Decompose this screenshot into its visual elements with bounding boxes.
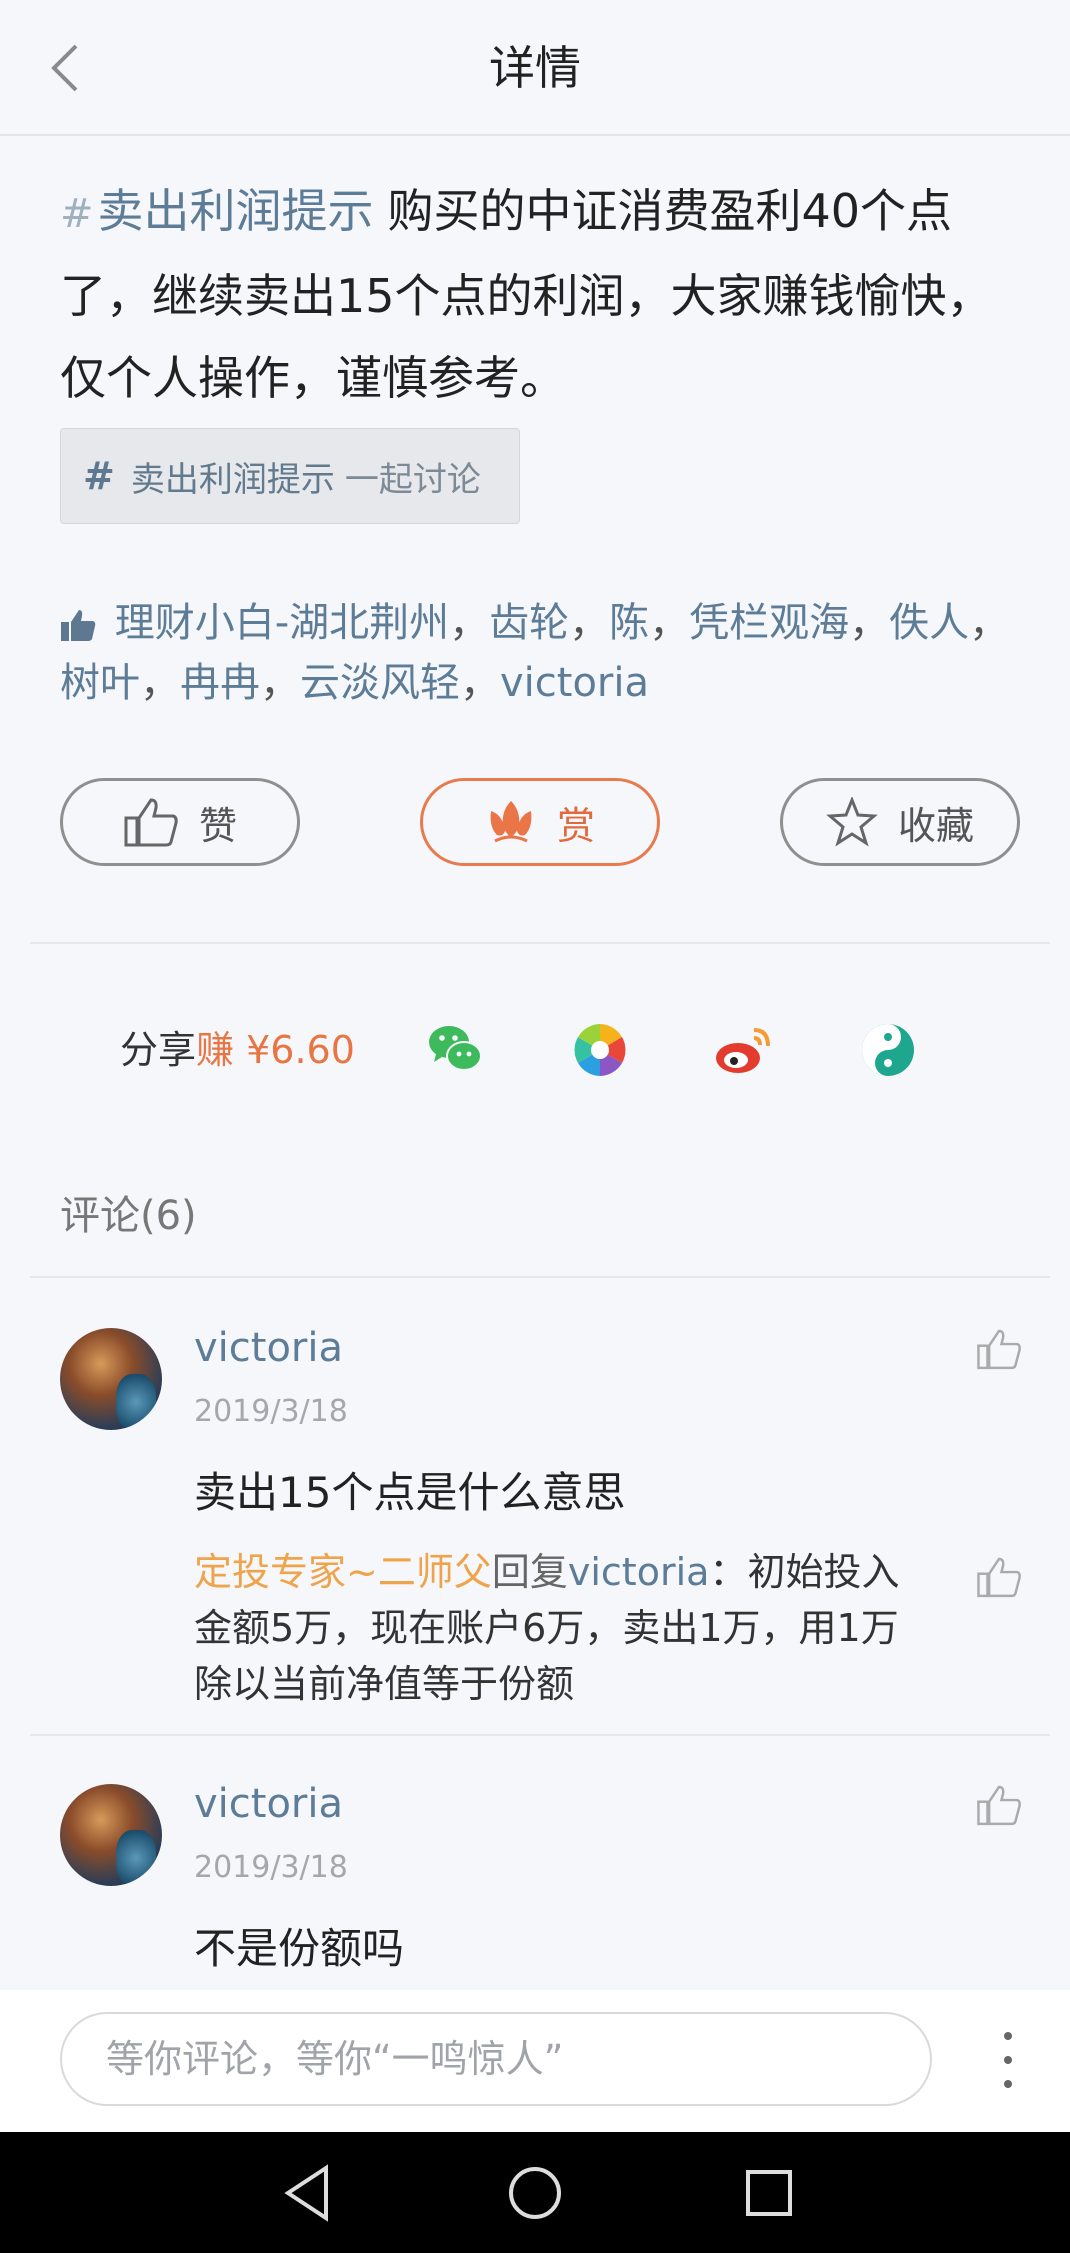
nav-recents-button[interactable]	[736, 2160, 802, 2226]
liker-name[interactable]: 云淡风轻	[300, 660, 460, 706]
square-recents-icon	[746, 2170, 792, 2216]
thumbs-up-outline-icon	[977, 1329, 1021, 1370]
lotus-icon	[490, 801, 532, 843]
liker-name[interactable]: 佚人	[889, 600, 969, 646]
comment-reply: 定投专家~二师父回复victoria：初始投入金额5万，现在账户6万，卖出1万，…	[194, 1544, 934, 1712]
more-options-button[interactable]	[990, 2020, 1026, 2100]
liker-separator: ，	[569, 600, 610, 646]
share-friends-button[interactable]	[858, 1020, 918, 1080]
star-outline-icon	[826, 797, 878, 847]
comment-text: 不是份额吗	[194, 1924, 405, 1973]
topic-chip-label: 卖出利润提示	[130, 459, 335, 500]
share-weibo-button[interactable]	[714, 1020, 774, 1080]
like-button[interactable]: 赞	[60, 778, 300, 866]
comments-count-title: 评论(6)	[60, 1193, 197, 1239]
liker-name[interactable]: 凭栏观海	[689, 600, 849, 646]
share-wechat-button[interactable]	[426, 1020, 486, 1080]
reply-like-button[interactable]	[976, 1554, 1022, 1600]
thumbs-up-outline-icon	[124, 798, 178, 847]
topic-discussion-chip[interactable]: # 卖出利润提示 一起讨论	[60, 428, 520, 524]
liker-name[interactable]: 陈	[609, 600, 649, 646]
likers-list: 理财小白-湖北荆州，齿轮，陈，凭栏观海，佚人，树叶，冉冉，云淡风轻，victor…	[60, 596, 1020, 710]
topic-chip-suffix: 一起讨论	[344, 459, 481, 500]
thumbs-up-icon	[60, 602, 96, 656]
liker-separator: ，	[649, 600, 690, 646]
liker-name[interactable]: 理财小白-湖北荆州	[115, 600, 449, 646]
reply-word: 回复	[491, 1550, 568, 1594]
collect-button[interactable]: 收藏	[780, 778, 1020, 866]
comments-divider	[30, 1276, 1050, 1278]
weibo-icon	[716, 1028, 770, 1073]
like-button-label: 赞	[198, 803, 237, 848]
comment-author[interactable]: victoria	[194, 1320, 343, 1376]
liker-separator: ，	[140, 660, 180, 706]
share-label: 分享	[120, 1028, 197, 1072]
post-content: #卖出利润提示 购买的中证消费盈利40个点了，继续卖出15个点的利润，大家赚钱愉快…	[60, 170, 1020, 419]
reply-colon: ：	[709, 1550, 748, 1594]
more-vertical-icon	[1004, 2032, 1012, 2088]
comment-divider	[30, 1734, 1050, 1736]
share-earn-amount: 赚 ¥6.60	[196, 1028, 355, 1072]
page-title: 详情	[489, 41, 581, 95]
liker-separator: ，	[449, 600, 490, 646]
avatar[interactable]	[60, 1328, 162, 1430]
avatar[interactable]	[60, 1784, 162, 1886]
moments-aperture-icon	[574, 1024, 626, 1076]
liker-name[interactable]: 树叶	[60, 660, 140, 706]
thumbs-up-outline-icon	[977, 1557, 1021, 1598]
top-bar: 详情	[0, 0, 1070, 136]
system-nav-bar	[0, 2132, 1070, 2253]
comment-like-button[interactable]	[976, 1782, 1022, 1828]
comment-date: 2019/3/18	[194, 1394, 348, 1429]
reply-target[interactable]: victoria	[568, 1550, 710, 1594]
share-moments-button[interactable]	[570, 1020, 630, 1080]
friends-circle-icon	[862, 1024, 914, 1076]
nav-home-button[interactable]	[502, 2160, 568, 2226]
liker-name[interactable]: 齿轮	[489, 600, 569, 646]
wechat-icon	[429, 1026, 482, 1071]
share-earn-label: 分享赚 ¥6.60	[120, 1022, 355, 1078]
liker-name[interactable]: 冉冉	[180, 660, 260, 706]
liker-name[interactable]: victoria	[500, 660, 649, 706]
hashtag-icon: #	[83, 454, 115, 498]
post-topic-label: 卖出利润提示	[97, 184, 374, 238]
post-topic-link[interactable]: #卖出利润提示	[60, 184, 374, 238]
comment-date: 2019/3/18	[194, 1850, 348, 1885]
triangle-back-icon	[284, 2164, 328, 2222]
comment-input[interactable]	[60, 2012, 932, 2106]
comment-input-bar	[0, 1990, 1070, 2132]
comment-text: 卖出15个点是什么意思	[194, 1468, 626, 1517]
reward-button[interactable]: 赏	[420, 778, 660, 866]
liker-separator: ，	[969, 600, 1010, 646]
liker-separator: ，	[460, 660, 500, 706]
hash-icon: #	[60, 191, 94, 237]
reward-button-label: 赏	[556, 803, 595, 848]
collect-button-label: 收藏	[897, 803, 974, 848]
comment-author[interactable]: victoria	[194, 1776, 343, 1832]
reply-author[interactable]: 定投专家~二师父	[194, 1550, 492, 1594]
liker-separator: ，	[260, 660, 300, 706]
circle-home-icon	[509, 2167, 561, 2219]
thumbs-up-outline-icon	[977, 1785, 1021, 1826]
liker-separator: ，	[849, 600, 890, 646]
comment-like-button[interactable]	[976, 1326, 1022, 1372]
nav-back-button[interactable]	[276, 2160, 342, 2226]
section-divider	[30, 942, 1050, 944]
